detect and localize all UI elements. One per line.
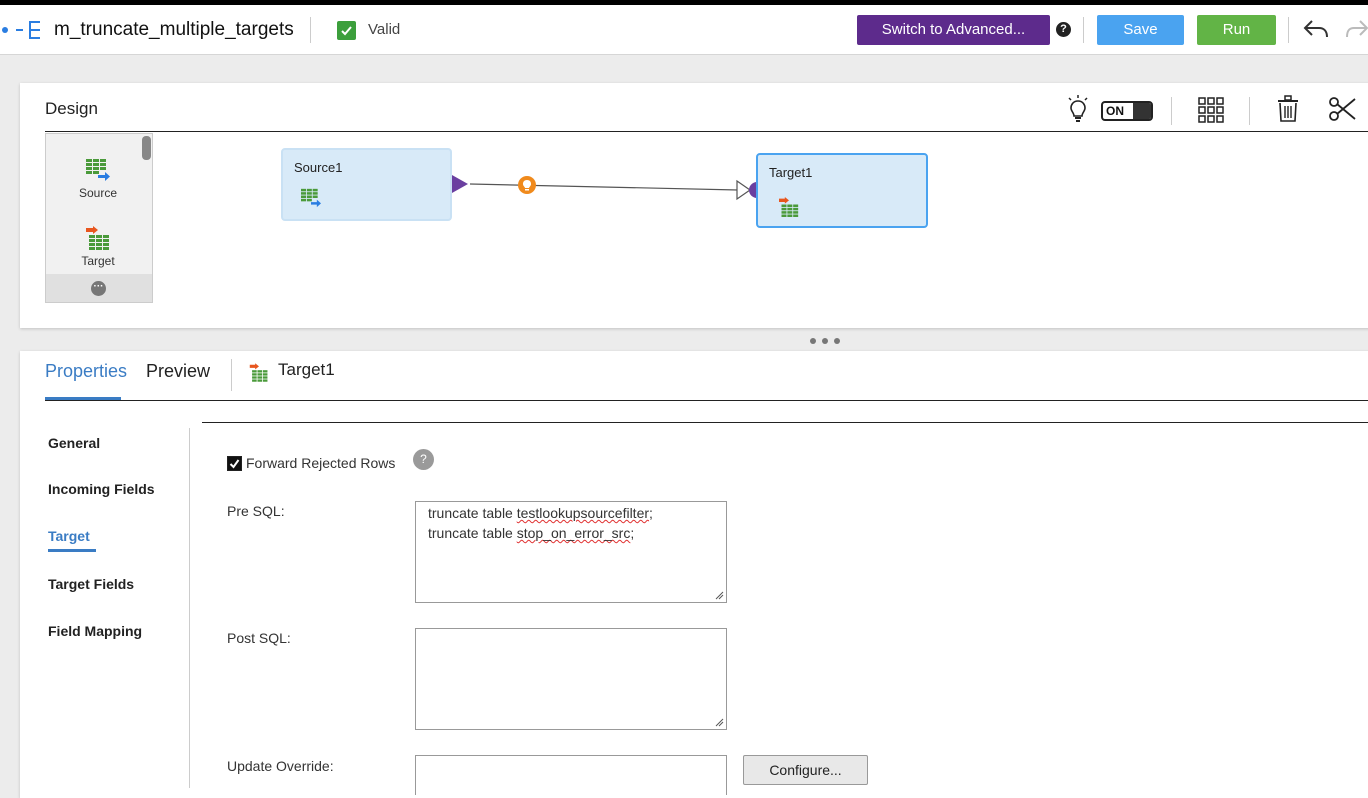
sql-text: ; (649, 505, 653, 521)
active-nav-underline (48, 549, 96, 552)
help-icon[interactable]: ? (1056, 22, 1071, 37)
nav-divider (189, 428, 190, 788)
post-sql-textarea[interactable] (415, 628, 727, 730)
pre-sql-label: Pre SQL: (227, 503, 285, 519)
mapping-canvas (452, 175, 765, 201)
design-panel: Design ON Source Target ··· Source1 Targ… (20, 83, 1368, 328)
content-rule (202, 422, 1368, 423)
header-divider (1288, 17, 1289, 43)
selected-object-name: Target1 (278, 360, 335, 379)
resize-grip-icon[interactable] (714, 590, 724, 600)
nav-item-target-fields[interactable]: Target Fields (48, 576, 134, 592)
run-button[interactable]: Run (1197, 15, 1276, 45)
header-divider (310, 17, 311, 43)
header-divider (1083, 17, 1084, 43)
target-node[interactable]: Target1 (756, 153, 928, 228)
undo-icon[interactable] (1302, 17, 1330, 41)
forward-rejected-rows-label: Forward Rejected Rows (246, 455, 396, 471)
link-line (469, 183, 739, 191)
sql-table-name: testlookupsourcefilter (516, 505, 650, 521)
tab-divider (231, 359, 232, 391)
forward-rejected-rows-checkbox[interactable] (227, 456, 242, 471)
mapping-title: m_truncate_multiple_targets (54, 19, 294, 40)
help-icon[interactable]: ? (413, 449, 434, 470)
update-override-input[interactable] (415, 755, 727, 795)
valid-status: Valid (368, 21, 401, 38)
properties-panel: Properties Preview Target1 General Incom… (20, 351, 1368, 798)
mapping-icon (2, 21, 40, 39)
node-label: Target1 (769, 165, 813, 180)
sql-line: truncate table stop_on_error_src; (428, 523, 714, 543)
sql-table-name: stop_on_error_src (516, 525, 631, 541)
nav-item-incoming-fields[interactable]: Incoming Fields (48, 481, 155, 497)
update-override-label: Update Override: (227, 758, 334, 774)
post-sql-label: Post SQL: (227, 630, 291, 646)
resize-grip-icon[interactable] (714, 717, 724, 727)
sql-text: truncate table (428, 525, 517, 541)
switch-to-advanced-button[interactable]: Switch to Advanced... (857, 15, 1050, 45)
target-icon (249, 363, 268, 382)
target-input-arrow (736, 179, 752, 201)
valid-check-icon (337, 21, 356, 40)
source-output-arrow (452, 175, 468, 193)
save-button[interactable]: Save (1097, 15, 1184, 45)
nav-item-general[interactable]: General (48, 435, 100, 451)
nav-item-target[interactable]: Target (48, 528, 90, 544)
sql-text: ; (630, 525, 635, 541)
source-icon (301, 188, 321, 208)
node-label: Source1 (294, 160, 343, 175)
tabs-rule (45, 400, 1368, 401)
tab-preview[interactable]: Preview (146, 361, 210, 382)
sql-text: truncate table (428, 505, 517, 521)
target-icon (779, 197, 799, 217)
pre-sql-textarea[interactable]: truncate table testlookupsourcefilter; t… (415, 501, 727, 603)
app-header: m_truncate_multiple_targets Valid Switch… (0, 5, 1368, 55)
nav-item-field-mapping[interactable]: Field Mapping (48, 623, 142, 639)
panel-splitter[interactable] (808, 337, 842, 345)
checkbox-checked-icon (228, 457, 241, 470)
sql-line: truncate table testlookupsourcefilter; (428, 503, 714, 523)
configure-button[interactable]: Configure... (743, 755, 868, 785)
source-node[interactable]: Source1 (281, 148, 452, 221)
tab-properties[interactable]: Properties (45, 361, 127, 382)
redo-icon[interactable] (1346, 17, 1368, 41)
